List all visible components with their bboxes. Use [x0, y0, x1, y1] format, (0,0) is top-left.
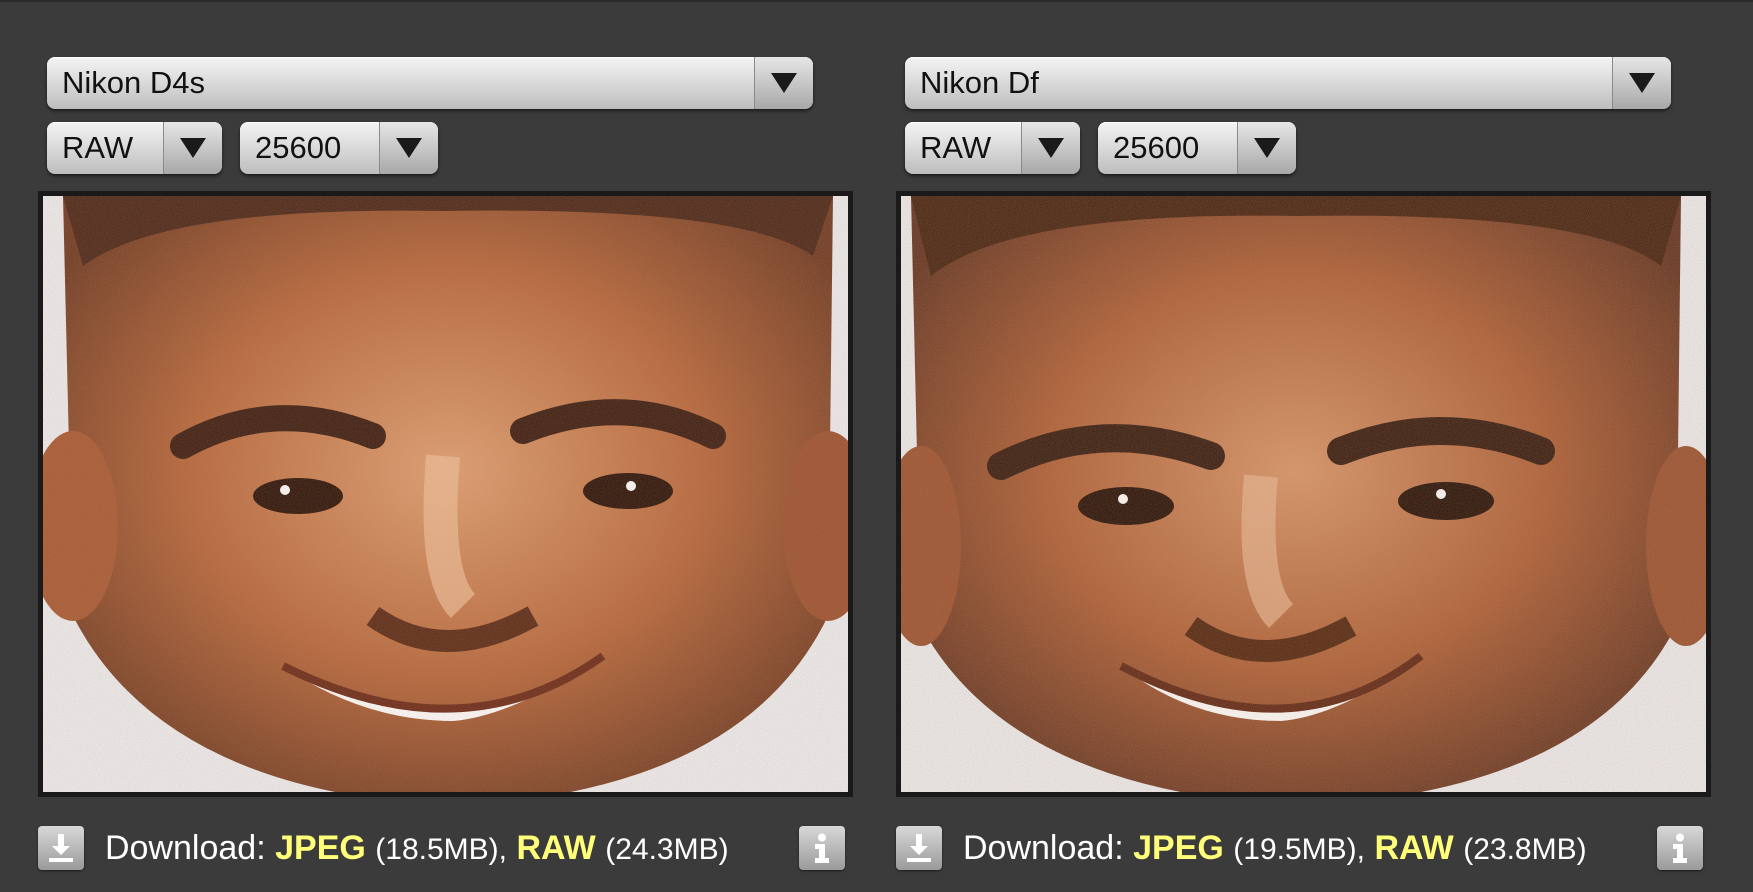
format-select[interactable]: RAW: [47, 122, 222, 174]
raw-link[interactable]: RAW: [1374, 829, 1453, 867]
format-select[interactable]: RAW: [905, 122, 1080, 174]
camera-select-value: Nikon Df: [920, 65, 1039, 100]
sample-image[interactable]: [43, 196, 848, 792]
jpeg-size: (18.5MB),: [375, 833, 507, 866]
iso-select[interactable]: 25600: [1098, 122, 1296, 174]
raw-link[interactable]: RAW: [516, 829, 595, 867]
jpeg-size: (19.5MB),: [1233, 833, 1365, 866]
iso-select-value: 25600: [1113, 130, 1200, 165]
chevron-down-icon[interactable]: [379, 122, 438, 174]
format-select-value: RAW: [920, 130, 992, 165]
format-select-value: RAW: [62, 130, 134, 165]
sample-image-frame: [38, 191, 853, 797]
download-icon: [907, 834, 931, 862]
download-row: Download: JPEG (19.5MB), RAW (23.8MB): [896, 822, 1716, 874]
comparison-panel-right: Nikon Df RAW 25600 Download: JPEG (19.5M…: [896, 0, 1716, 892]
portrait-image: [43, 196, 848, 792]
chevron-down-icon[interactable]: [754, 57, 813, 109]
info-button[interactable]: [799, 826, 845, 870]
iso-select[interactable]: 25600: [240, 122, 438, 174]
jpeg-link[interactable]: JPEG: [1133, 829, 1224, 867]
camera-select-value: Nikon D4s: [62, 65, 205, 100]
info-icon: [1673, 833, 1687, 863]
download-label: Download:: [105, 829, 266, 867]
download-links: Download: JPEG (18.5MB), RAW (24.3MB): [105, 822, 729, 876]
sample-image[interactable]: [901, 196, 1706, 792]
camera-select[interactable]: Nikon Df: [905, 57, 1671, 109]
download-button[interactable]: [896, 826, 942, 870]
raw-size: (24.3MB): [605, 833, 729, 866]
raw-size: (23.8MB): [1463, 833, 1587, 866]
download-icon: [49, 834, 73, 862]
chevron-down-icon[interactable]: [163, 122, 222, 174]
info-icon: [815, 833, 829, 863]
camera-select[interactable]: Nikon D4s: [47, 57, 813, 109]
comparison-panel-left: Nikon D4s RAW 25600 Download: JPEG (18.5…: [38, 0, 858, 892]
jpeg-link[interactable]: JPEG: [275, 829, 366, 867]
chevron-down-icon[interactable]: [1612, 57, 1671, 109]
portrait-image: [901, 196, 1706, 792]
download-button[interactable]: [38, 826, 84, 870]
sample-image-frame: [896, 191, 1711, 797]
download-links: Download: JPEG (19.5MB), RAW (23.8MB): [963, 822, 1587, 876]
info-button[interactable]: [1657, 826, 1703, 870]
iso-select-value: 25600: [255, 130, 342, 165]
download-row: Download: JPEG (18.5MB), RAW (24.3MB): [38, 822, 858, 874]
download-label: Download:: [963, 829, 1124, 867]
chevron-down-icon[interactable]: [1237, 122, 1296, 174]
chevron-down-icon[interactable]: [1021, 122, 1080, 174]
